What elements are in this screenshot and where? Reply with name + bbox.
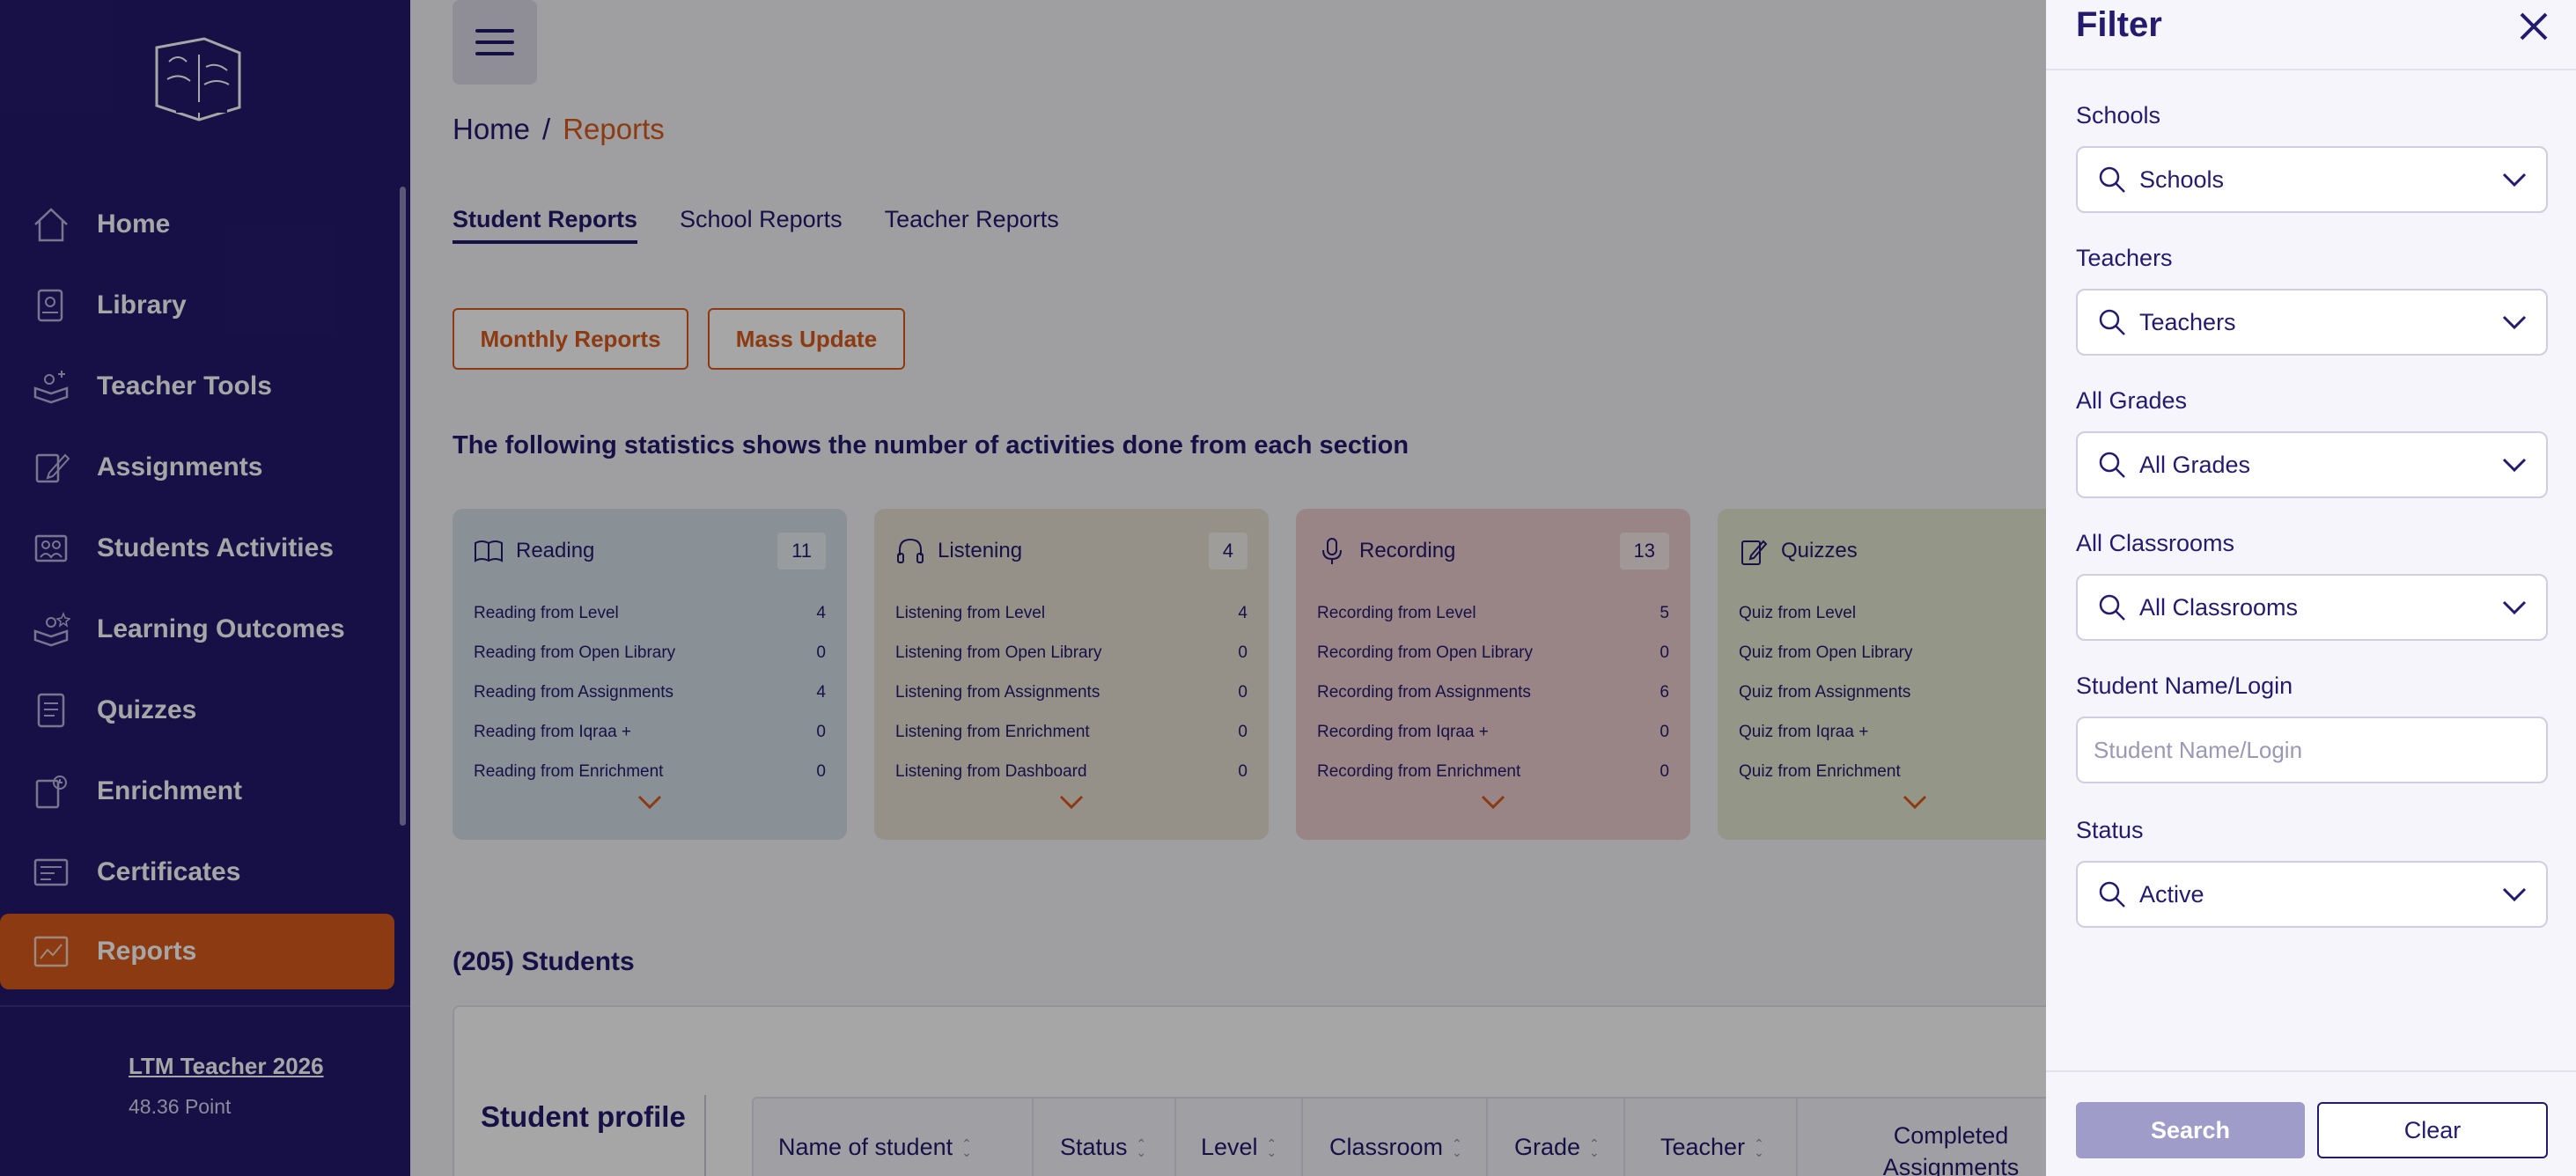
search-icon — [2099, 166, 2125, 193]
grades-select[interactable]: All Grades — [2076, 431, 2548, 498]
divider — [2046, 1070, 2576, 1072]
student-name-input[interactable] — [2076, 717, 2548, 783]
status-label: Status — [2076, 817, 2144, 843]
close-icon[interactable] — [2513, 5, 2555, 48]
search-icon — [2099, 881, 2125, 908]
chevron-down-icon — [2502, 887, 2527, 902]
chevron-down-icon — [2502, 458, 2527, 473]
schools-select[interactable]: Schools — [2076, 146, 2548, 213]
chevron-down-icon — [2502, 173, 2527, 187]
clear-button[interactable]: Clear — [2317, 1102, 2548, 1158]
search-icon — [2099, 309, 2125, 335]
status-select[interactable]: Active — [2076, 861, 2548, 928]
divider — [2046, 69, 2576, 70]
teachers-select[interactable]: Teachers — [2076, 289, 2548, 356]
schools-label: Schools — [2076, 102, 2161, 129]
search-icon — [2099, 452, 2125, 478]
student-name-label: Student Name/Login — [2076, 673, 2293, 699]
grades-label: All Grades — [2076, 387, 2188, 414]
search-button[interactable]: Search — [2076, 1102, 2305, 1158]
modal-backdrop[interactable] — [0, 0, 2046, 1176]
chevron-down-icon — [2502, 315, 2527, 330]
filter-title: Filter — [2076, 5, 2162, 44]
teachers-label: Teachers — [2076, 245, 2173, 271]
classrooms-label: All Classrooms — [2076, 530, 2235, 556]
classrooms-select[interactable]: All Classrooms — [2076, 574, 2548, 641]
chevron-down-icon — [2502, 600, 2527, 615]
search-icon — [2099, 594, 2125, 621]
filter-drawer: Filter Schools Schools Teachers Teachers… — [2046, 0, 2576, 1176]
